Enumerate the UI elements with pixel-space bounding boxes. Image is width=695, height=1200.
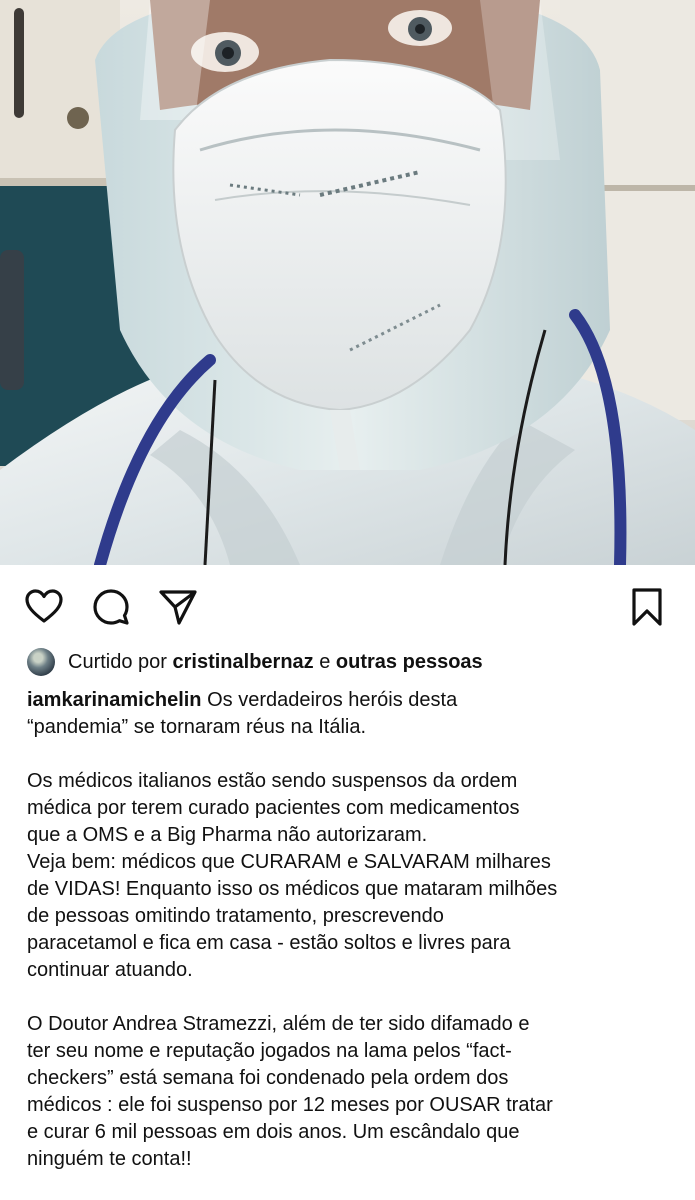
- caption-first-line: iamkarinamichelin Os verdadeiros heróis …: [27, 687, 687, 714]
- caption-line: de pessoas omitindo tratamento, prescrev…: [27, 905, 444, 927]
- paper-plane-icon[interactable]: [158, 587, 198, 627]
- liker-username[interactable]: cristinalbernaz: [173, 647, 314, 677]
- caption-line: “pandemia” se tornaram réus na Itália.: [27, 716, 367, 738]
- caption-line: ninguém te conta!!: [27, 1148, 192, 1170]
- caption-line: paracetamol e fica em casa - estão solto…: [27, 932, 511, 954]
- caption-line: e curar 6 mil pessoas em dois anos. Um e…: [27, 1121, 520, 1143]
- caption-line: continuar atuando.: [27, 959, 193, 981]
- liker-avatar[interactable]: [27, 648, 55, 676]
- caption-username[interactable]: iamkarinamichelin: [27, 689, 202, 711]
- caption-line: Os médicos italianos estão sendo suspens…: [27, 770, 518, 792]
- post-caption: iamkarinamichelin Os verdadeiros heróis …: [27, 687, 687, 1173]
- likes-connector: e: [319, 651, 331, 673]
- caption-line: de VIDAS! Enquanto isso os médicos que m…: [27, 878, 558, 900]
- likes-summary[interactable]: Curtido por cristinalbernaz e outras pes…: [27, 647, 677, 677]
- caption-line: médica por terem curado pacientes com me…: [27, 797, 520, 819]
- post-action-bar: [0, 565, 695, 645]
- post-photo-illustration: [0, 0, 695, 565]
- caption-line: Veja bem: médicos que CURARAM e SALVARAM…: [27, 851, 551, 873]
- post-photo[interactable]: [0, 0, 695, 565]
- likes-prefix: Curtido por: [68, 651, 167, 673]
- bookmark-icon[interactable]: [627, 587, 667, 627]
- caption-line: médicos : ele foi suspenso por 12 meses …: [27, 1094, 553, 1116]
- caption-first-line-text: Os verdadeiros heróis desta: [207, 689, 458, 711]
- caption-line: checkers” está semana foi condenado pela…: [27, 1067, 509, 1089]
- caption-line: que a OMS e a Big Pharma não autorizaram…: [27, 824, 428, 846]
- caption-line: O Doutor Andrea Stramezzi, além de ter s…: [27, 1013, 530, 1035]
- caption-line: ter seu nome e reputação jogados na lama…: [27, 1040, 512, 1062]
- comment-icon[interactable]: [91, 587, 131, 627]
- likes-others-link[interactable]: outras pessoas: [336, 647, 483, 677]
- heart-icon[interactable]: [24, 587, 64, 627]
